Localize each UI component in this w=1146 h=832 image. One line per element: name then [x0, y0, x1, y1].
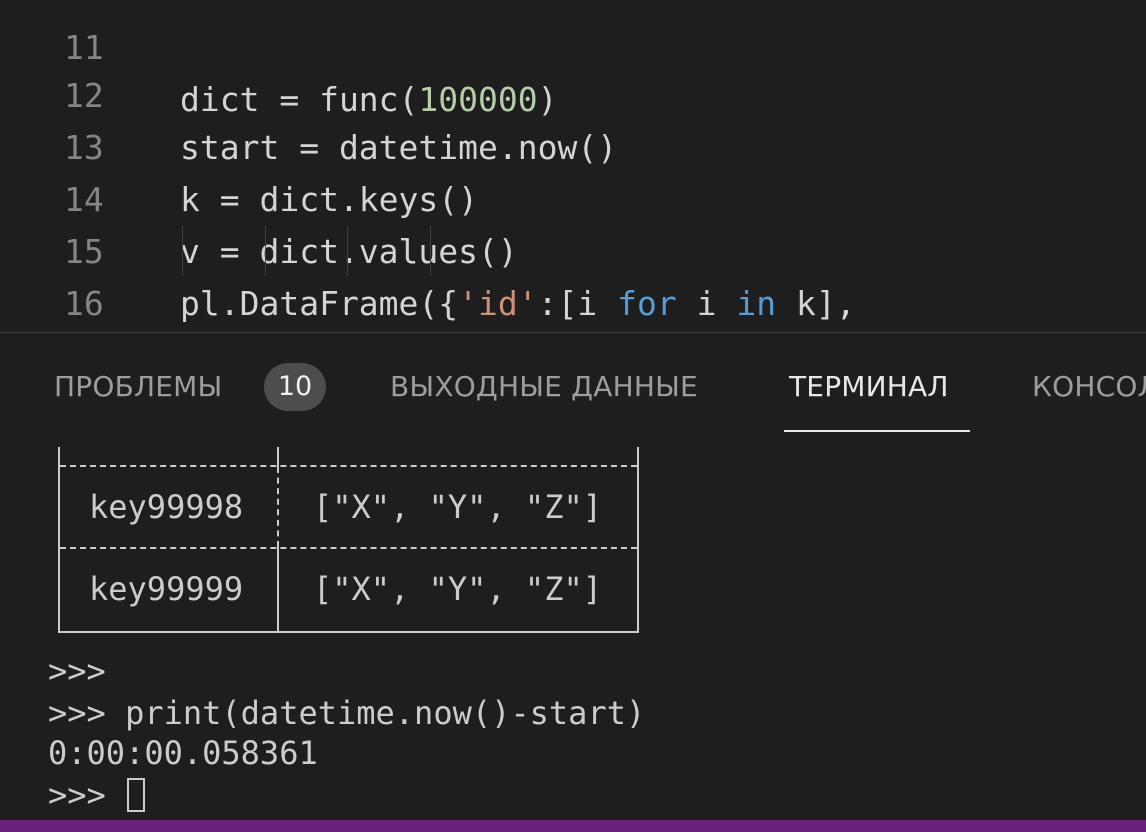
code-line[interactable]: 12 start = datetime.now() [0, 18, 1146, 167]
indent-guide [182, 226, 183, 276]
terminal-prompt: >>> [48, 776, 126, 814]
status-bar [0, 820, 1146, 832]
code-editor[interactable]: 11 dict = func(100000) 12 start = dateti… [0, 0, 1146, 332]
terminal-prompt: >>> [48, 652, 106, 690]
indent-guide [430, 226, 431, 276]
bottom-panel: ПРОБЛЕМЫ 10 ВЫХОДНЫЕ ДАННЫЕ ТЕРМИНАЛ КОН… [0, 332, 1146, 821]
code-line[interactable]: 15 pl.DataFrame({'id':[i for i in k], [0, 174, 1146, 323]
terminal-output-line: 0:00:00.058361 [48, 734, 318, 772]
terminal-input-line[interactable]: >>> [48, 775, 146, 815]
panel-tabs: ПРОБЛЕМЫ 10 ВЫХОДНЫЕ ДАННЫЕ ТЕРМИНАЛ КОН… [0, 333, 1146, 437]
table-column-divider [277, 447, 279, 467]
table-cell-values: ["X", "Y", "Z"] [313, 570, 602, 608]
tab-output[interactable]: ВЫХОДНЫЕ ДАННЫЕ [390, 367, 698, 407]
table-border-bottom [58, 631, 639, 633]
table-cell-id: key99998 [89, 488, 244, 526]
active-tab-indicator [784, 430, 970, 432]
code-line[interactable]: 17 print(datetime.now()-start) [0, 276, 1146, 328]
terminal-cursor [127, 778, 146, 812]
code-line[interactable]: 14 v = dict.values() [0, 122, 1146, 271]
table-cell-values: ["X", "Y", "Z"] [313, 488, 602, 526]
terminal-output[interactable]: key99998 ["X", "Y", "Z"] key99999 ["X", … [0, 437, 1146, 821]
tab-problems[interactable]: ПРОБЛЕМЫ [54, 367, 222, 407]
code-line[interactable]: 16 'values':[j for j in v]}) [0, 226, 1146, 323]
problems-count-badge: 10 [264, 363, 326, 411]
indent-guide [347, 226, 348, 276]
table-border-right [637, 447, 639, 633]
tab-debug-console[interactable]: КОНСОЛЬ ОТЛАДКИ [1032, 367, 1146, 407]
tab-terminal[interactable]: ТЕРМИНАЛ [789, 367, 949, 407]
table-row-separator [60, 465, 637, 467]
table-column-divider [277, 467, 279, 547]
terminal-command: >>> print(datetime.now()-start) [48, 694, 646, 732]
table-column-divider [277, 547, 279, 633]
code-line[interactable]: 13 k = dict.keys() [0, 70, 1146, 219]
table-cell-id: key99999 [89, 570, 244, 608]
table-border-left [58, 447, 60, 633]
indent-guide [265, 226, 266, 276]
table-row-separator [60, 547, 637, 549]
